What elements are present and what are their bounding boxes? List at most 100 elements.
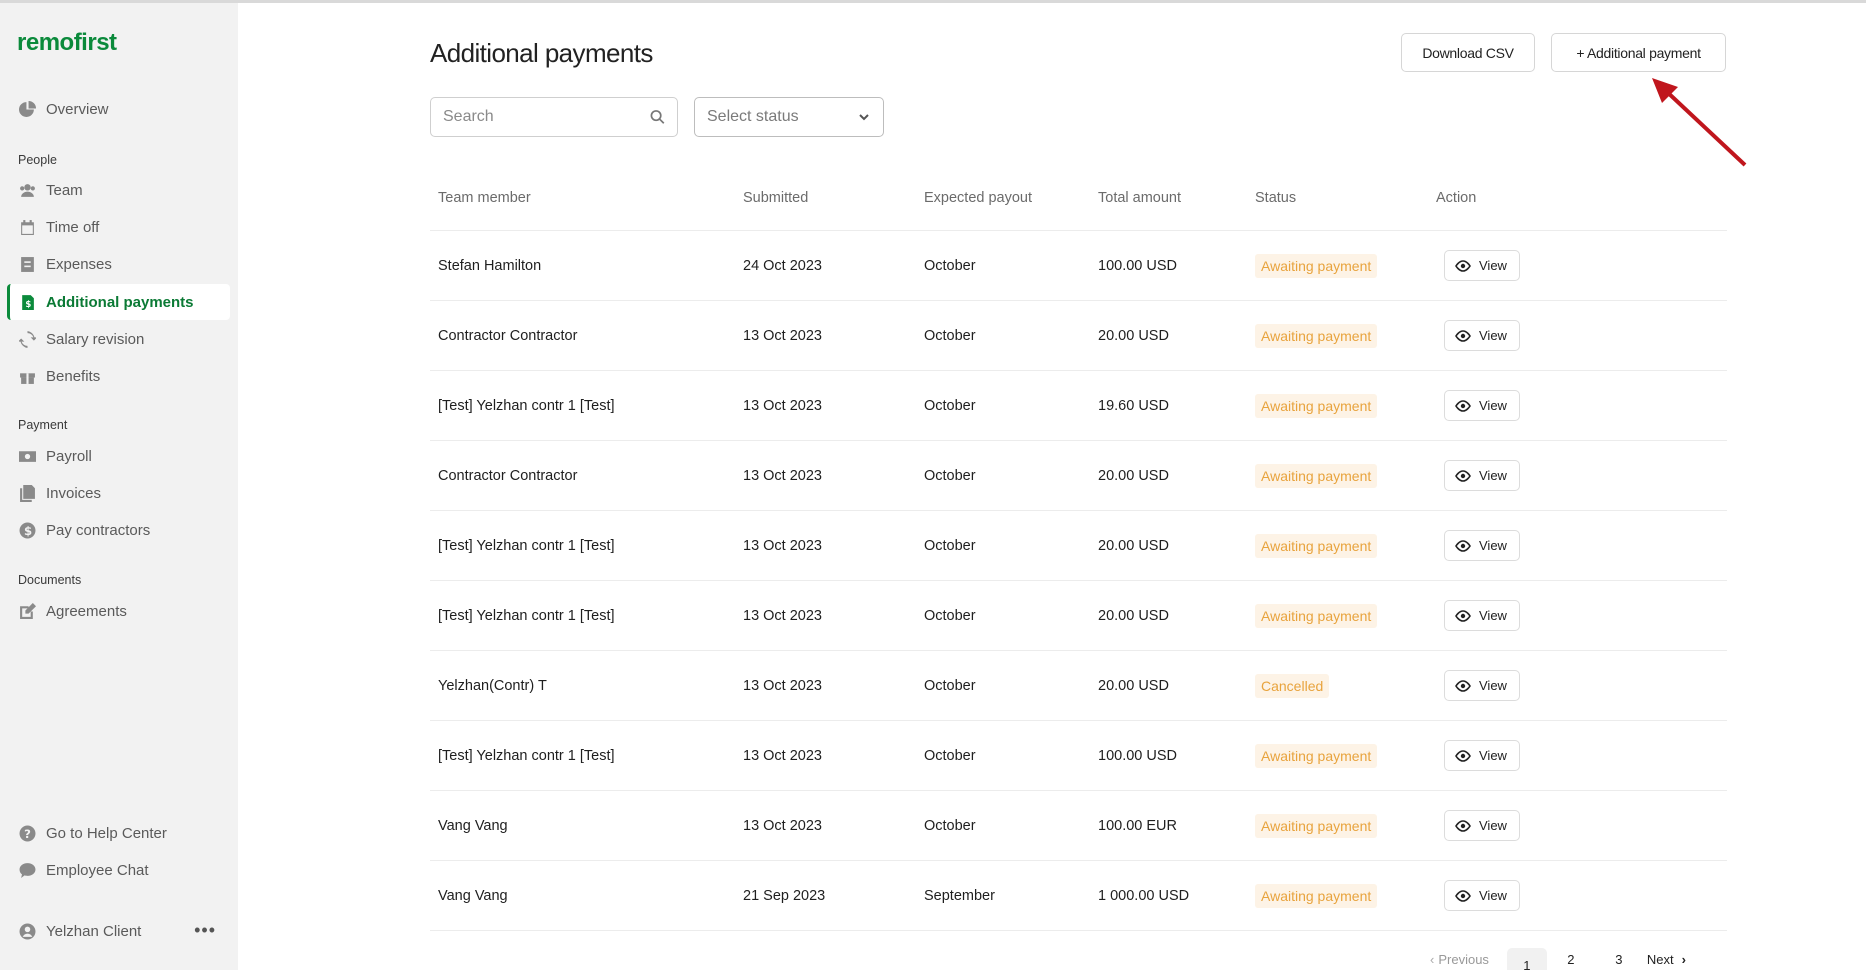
cell-team-member: Vang Vang (438, 817, 508, 834)
status-badge: Awaiting payment (1255, 323, 1378, 348)
user-menu-more-button[interactable]: ••• (194, 920, 216, 941)
cell-submitted: 13 Oct 2023 (743, 327, 822, 344)
sidebar-item-payroll[interactable]: Payroll (7, 438, 230, 474)
sidebar-item-label: Benefits (46, 367, 101, 385)
cell-total-amount: 100.00 USD (1098, 747, 1177, 764)
sidebar-item-team[interactable]: Team (7, 172, 230, 208)
cell-submitted: 21 Sep 2023 (743, 887, 826, 904)
cell-submitted: 13 Oct 2023 (743, 747, 822, 764)
pie-chart-icon (19, 100, 36, 118)
table-row: Stefan Hamilton 24 Oct 2023 October 100.00 … (430, 231, 1727, 301)
view-button[interactable]: View (1444, 460, 1520, 491)
table-row: [Test] Yelzhan contr 1 [Test] 13 Oct 2023… (430, 511, 1727, 581)
svg-text:$: $ (24, 524, 32, 538)
cell-expected-payout: October (924, 537, 976, 554)
eye-icon (1455, 609, 1471, 622)
cell-total-amount: 20.00 USD (1098, 467, 1169, 484)
remofirst-logo[interactable]: remofirst (17, 29, 117, 57)
cell-submitted: 13 Oct 2023 (743, 467, 822, 484)
cell-team-member: [Test] Yelzhan contr 1 [Test] (438, 537, 615, 554)
view-button[interactable]: View (1444, 600, 1520, 631)
sidebar-item-label: Employee Chat (46, 861, 149, 879)
cell-expected-payout: October (924, 607, 976, 624)
sidebar-item-overview[interactable]: Overview (7, 91, 230, 127)
sidebar-item-employee-chat[interactable]: Employee Chat (7, 852, 230, 888)
sidebar-item-time-off[interactable]: Time off (7, 209, 230, 245)
sidebar-item-pay-contractors[interactable]: $ Pay contractors (7, 512, 230, 548)
column-header-submitted[interactable]: Submitted (743, 190, 924, 206)
download-csv-button[interactable]: Download CSV (1401, 33, 1535, 72)
cell-total-amount: 100.00 EUR (1098, 817, 1177, 834)
table-header: Team member Submitted Expected payout To… (430, 165, 1727, 231)
cell-expected-payout: October (924, 817, 976, 834)
column-header-expected-payout[interactable]: Expected payout (924, 190, 1098, 206)
view-button-label: View (1479, 468, 1507, 483)
view-button[interactable]: View (1444, 530, 1520, 561)
user-name: Yelzhan Client (46, 922, 142, 940)
cell-team-member: Contractor Contractor (438, 327, 578, 344)
view-button-label: View (1479, 398, 1507, 413)
sidebar-item-agreements[interactable]: Agreements (7, 593, 230, 629)
view-button[interactable]: View (1444, 320, 1520, 351)
search-field[interactable] (430, 97, 678, 137)
status-badge: Awaiting payment (1255, 533, 1378, 558)
status-badge: Cancelled (1255, 673, 1330, 698)
cell-team-member: [Test] Yelzhan contr 1 [Test] (438, 747, 615, 764)
sidebar-item-help-center[interactable]: ? Go to Help Center (7, 815, 230, 851)
column-header-status[interactable]: Status (1255, 190, 1436, 206)
status-select[interactable]: Select status (694, 97, 884, 137)
table-body: Stefan Hamilton 24 Oct 2023 October 100.00 … (430, 231, 1727, 931)
view-button[interactable]: View (1444, 880, 1520, 911)
page-button-1[interactable]: 1 (1506, 948, 1547, 970)
view-button[interactable]: View (1444, 810, 1520, 841)
section-label-payment: Payment (18, 418, 68, 432)
column-header-team-member[interactable]: Team member (430, 190, 743, 206)
page-button-2[interactable]: 2 (1547, 952, 1595, 967)
page-button-3[interactable]: 3 (1595, 952, 1643, 967)
cell-expected-payout: October (924, 327, 976, 344)
sidebar-item-benefits[interactable]: Benefits (7, 358, 230, 394)
column-header-total-amount[interactable]: Total amount (1098, 190, 1255, 206)
calendar-icon (19, 219, 36, 236)
view-button[interactable]: View (1444, 390, 1520, 421)
eye-icon (1455, 399, 1471, 412)
eye-icon (1455, 469, 1471, 482)
cell-expected-payout: October (924, 747, 976, 764)
table-row: [Test] Yelzhan contr 1 [Test] 13 Oct 2023… (430, 721, 1727, 791)
sidebar-item-label: Time off (46, 218, 100, 236)
sidebar-item-additional-payments[interactable]: $ Additional payments (7, 284, 230, 320)
status-badge: Awaiting payment (1255, 393, 1378, 418)
cell-total-amount: 100.00 USD (1098, 257, 1177, 274)
sidebar-item-invoices[interactable]: Invoices (7, 475, 230, 511)
cell-total-amount: 19.60 USD (1098, 397, 1169, 414)
sidebar-item-salary-revision[interactable]: Salary revision (7, 321, 230, 357)
view-button-label: View (1479, 888, 1507, 903)
eye-icon (1455, 749, 1471, 762)
edit-icon (19, 602, 36, 620)
view-button-label: View (1479, 538, 1507, 553)
users-icon (19, 182, 36, 199)
eye-icon (1455, 889, 1471, 902)
payments-table: Team member Submitted Expected payout To… (430, 165, 1727, 931)
view-button[interactable]: View (1444, 250, 1520, 281)
eye-icon (1455, 259, 1471, 272)
files-icon (19, 484, 36, 502)
eye-icon (1455, 539, 1471, 552)
search-input[interactable] (443, 108, 650, 126)
cell-submitted: 13 Oct 2023 (743, 537, 822, 554)
sidebar-item-expenses[interactable]: Expenses (7, 246, 230, 282)
sidebar-item-label: Pay contractors (46, 521, 151, 539)
view-button[interactable]: View (1444, 670, 1520, 701)
next-page-button[interactable]: Next (1647, 952, 1674, 967)
previous-page-button[interactable]: Previous (1438, 952, 1489, 967)
view-button-label: View (1479, 258, 1507, 273)
add-additional-payment-button[interactable]: + Additional payment (1551, 33, 1726, 72)
section-label-people: People (18, 153, 57, 167)
annotation-arrow (1652, 78, 1747, 167)
search-icon[interactable] (650, 109, 665, 125)
page-title: Additional payments (430, 38, 653, 68)
status-badge: Awaiting payment (1255, 813, 1378, 838)
cell-submitted: 13 Oct 2023 (743, 397, 822, 414)
view-button[interactable]: View (1444, 740, 1520, 771)
view-button-label: View (1479, 818, 1507, 833)
